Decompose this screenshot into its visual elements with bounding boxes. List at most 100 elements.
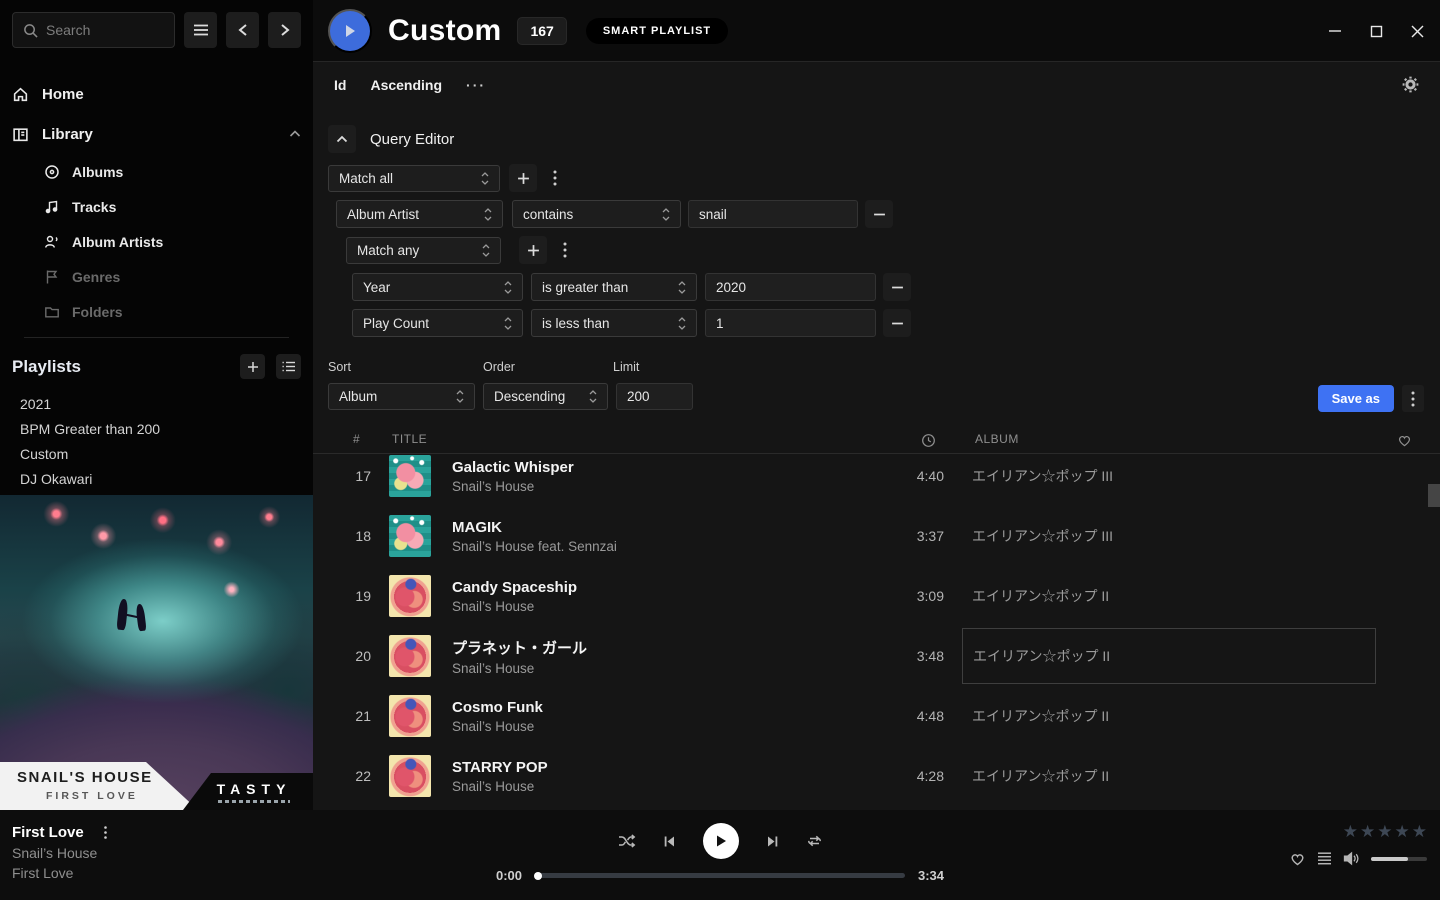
repeat-button[interactable] xyxy=(806,833,823,849)
shuffle-button[interactable] xyxy=(618,833,636,849)
add-rule-button[interactable] xyxy=(519,236,547,264)
seek-knob[interactable] xyxy=(534,872,542,880)
playlist-item[interactable]: 2021 xyxy=(0,391,313,416)
play-icon xyxy=(343,23,357,39)
rule-operator-select[interactable]: contains xyxy=(512,200,681,228)
volume-slider[interactable] xyxy=(1371,857,1427,861)
sidebar-item-home[interactable]: Home xyxy=(12,74,301,114)
order-select[interactable]: Descending xyxy=(483,383,608,410)
playlist-item[interactable]: Custom xyxy=(0,441,313,466)
rating-star-icon[interactable]: ★ xyxy=(1343,822,1358,842)
collapse-icon[interactable] xyxy=(289,130,301,138)
volume-button[interactable] xyxy=(1343,851,1360,866)
favorite-column-heart-icon[interactable] xyxy=(1397,433,1412,447)
rule-operator-select[interactable]: is greater than xyxy=(531,273,697,301)
playlist-list-button[interactable] xyxy=(276,354,301,379)
player-right: ★ ★ ★ ★ ★ xyxy=(1289,822,1427,866)
track-album[interactable]: エイリアン☆ポップ II xyxy=(972,706,1440,726)
track-row[interactable]: 22 STARRY POP Snail’s House 4:28 エイリアン☆ポ… xyxy=(313,746,1440,806)
track-info: プラネット・ガール Snail’s House xyxy=(452,637,802,676)
limit-input[interactable] xyxy=(627,389,682,404)
rule-value-input[interactable] xyxy=(699,207,847,222)
folder-icon xyxy=(44,304,60,320)
search-icon xyxy=(23,23,38,38)
sort-select[interactable]: Album xyxy=(328,383,475,410)
sidebar-item-genres[interactable]: Genres xyxy=(44,259,301,294)
sidebar-item-tracks[interactable]: Tracks xyxy=(44,189,301,224)
now-playing-title[interactable]: First Love xyxy=(12,824,84,841)
settings-button[interactable] xyxy=(1402,76,1419,93)
minimize-button[interactable] xyxy=(1328,24,1342,38)
add-rule-button[interactable] xyxy=(509,164,537,192)
rating-star-icon[interactable]: ★ xyxy=(1377,822,1392,842)
now-playing-album[interactable]: First Love xyxy=(12,865,114,881)
track-row[interactable]: 17 Galactic Whisper Snail’s House 4:40 エ… xyxy=(313,454,1440,506)
rule-value-input[interactable] xyxy=(716,280,865,295)
rating-star-icon[interactable]: ★ xyxy=(1360,822,1375,842)
rating-star-icon[interactable]: ★ xyxy=(1412,822,1427,842)
search-box[interactable] xyxy=(12,12,175,48)
previous-button[interactable] xyxy=(662,834,677,849)
track-row[interactable]: 20 プラネット・ガール Snail’s House 3:48 エイリアン☆ポッ… xyxy=(313,626,1440,686)
save-as-button[interactable]: Save as xyxy=(1318,385,1394,412)
save-menu-button[interactable] xyxy=(1402,385,1424,412)
nav-back-button[interactable] xyxy=(226,12,259,48)
track-row[interactable]: 18 MAGIK Snail’s House feat. Sennzai 3:3… xyxy=(313,506,1440,566)
sidebar-item-albums[interactable]: Albums xyxy=(44,154,301,189)
play-pause-button[interactable] xyxy=(703,823,739,859)
add-playlist-button[interactable] xyxy=(240,354,265,379)
track-thumbnail xyxy=(389,755,431,797)
scrollbar-thumb[interactable] xyxy=(1428,484,1440,507)
more-options-button[interactable]: ··· xyxy=(466,77,486,93)
rule-operator-select[interactable]: is less than xyxy=(531,309,697,337)
sort-field-button[interactable]: Id xyxy=(334,77,346,93)
close-button[interactable] xyxy=(1411,25,1424,38)
menu-button[interactable] xyxy=(184,12,217,48)
sidebar-item-folders[interactable]: Folders xyxy=(44,294,301,329)
track-album[interactable]: エイリアン☆ポップ II xyxy=(972,586,1440,606)
play-playlist-button[interactable] xyxy=(328,9,372,53)
remove-rule-button[interactable] xyxy=(865,200,893,228)
track-duration: 3:09 xyxy=(802,588,944,604)
column-title[interactable]: TITLE xyxy=(392,432,427,446)
search-input[interactable] xyxy=(46,22,164,38)
playlist-item[interactable]: DJ Okawari xyxy=(0,466,313,491)
nav-forward-button[interactable] xyxy=(268,12,301,48)
track-row[interactable]: 21 Cosmo Funk Snail’s House 4:48 エイリアン☆ポ… xyxy=(313,686,1440,746)
group-menu-button[interactable] xyxy=(547,170,563,186)
track-title: Candy Spaceship xyxy=(452,579,802,596)
sidebar-item-album-artists[interactable]: Album Artists xyxy=(44,224,301,259)
home-icon xyxy=(12,86,29,103)
group-menu-button[interactable] xyxy=(557,242,573,258)
collapse-query-editor-button[interactable] xyxy=(328,125,356,153)
queue-button[interactable] xyxy=(1317,852,1332,865)
sidebar-item-library[interactable]: Library xyxy=(12,114,301,154)
track-row[interactable]: 19 Candy Spaceship Snail’s House 3:09 エイ… xyxy=(313,566,1440,626)
now-playing-artist[interactable]: Snail’s House xyxy=(12,845,114,861)
column-index[interactable]: # xyxy=(353,432,360,446)
now-playing-menu-button[interactable] xyxy=(98,826,114,839)
seek-slider[interactable] xyxy=(535,873,905,878)
rule-field-select[interactable]: Play Count xyxy=(352,309,523,337)
focused-album-cell[interactable]: エイリアン☆ポップ II xyxy=(962,628,1376,684)
match-type-select[interactable]: Match all xyxy=(328,165,500,192)
rule-field-select[interactable]: Album Artist xyxy=(336,200,503,228)
match-type-select[interactable]: Match any xyxy=(346,237,501,264)
duration-column-clock-icon[interactable] xyxy=(921,433,936,448)
track-album[interactable]: エイリアン☆ポップ III xyxy=(972,526,1440,546)
next-button[interactable] xyxy=(765,834,780,849)
maximize-button[interactable] xyxy=(1370,25,1383,38)
column-album[interactable]: ALBUM xyxy=(975,432,1019,446)
remove-rule-button[interactable] xyxy=(883,273,911,301)
track-album[interactable]: エイリアン☆ポップ III xyxy=(972,466,1440,486)
playlist-item[interactable]: BPM Greater than 200 xyxy=(0,416,313,441)
sort-direction-button[interactable]: Ascending xyxy=(370,77,442,93)
track-album[interactable]: エイリアン☆ポップ II xyxy=(972,766,1440,786)
rule-value-input[interactable] xyxy=(716,316,865,331)
list-toolbar: Id Ascending ··· xyxy=(313,62,1440,108)
favorite-button[interactable] xyxy=(1289,851,1306,866)
query-rule: Play Count is less than xyxy=(352,309,1440,337)
remove-rule-button[interactable] xyxy=(883,309,911,337)
rating-star-icon[interactable]: ★ xyxy=(1395,822,1410,842)
rule-field-select[interactable]: Year xyxy=(352,273,523,301)
